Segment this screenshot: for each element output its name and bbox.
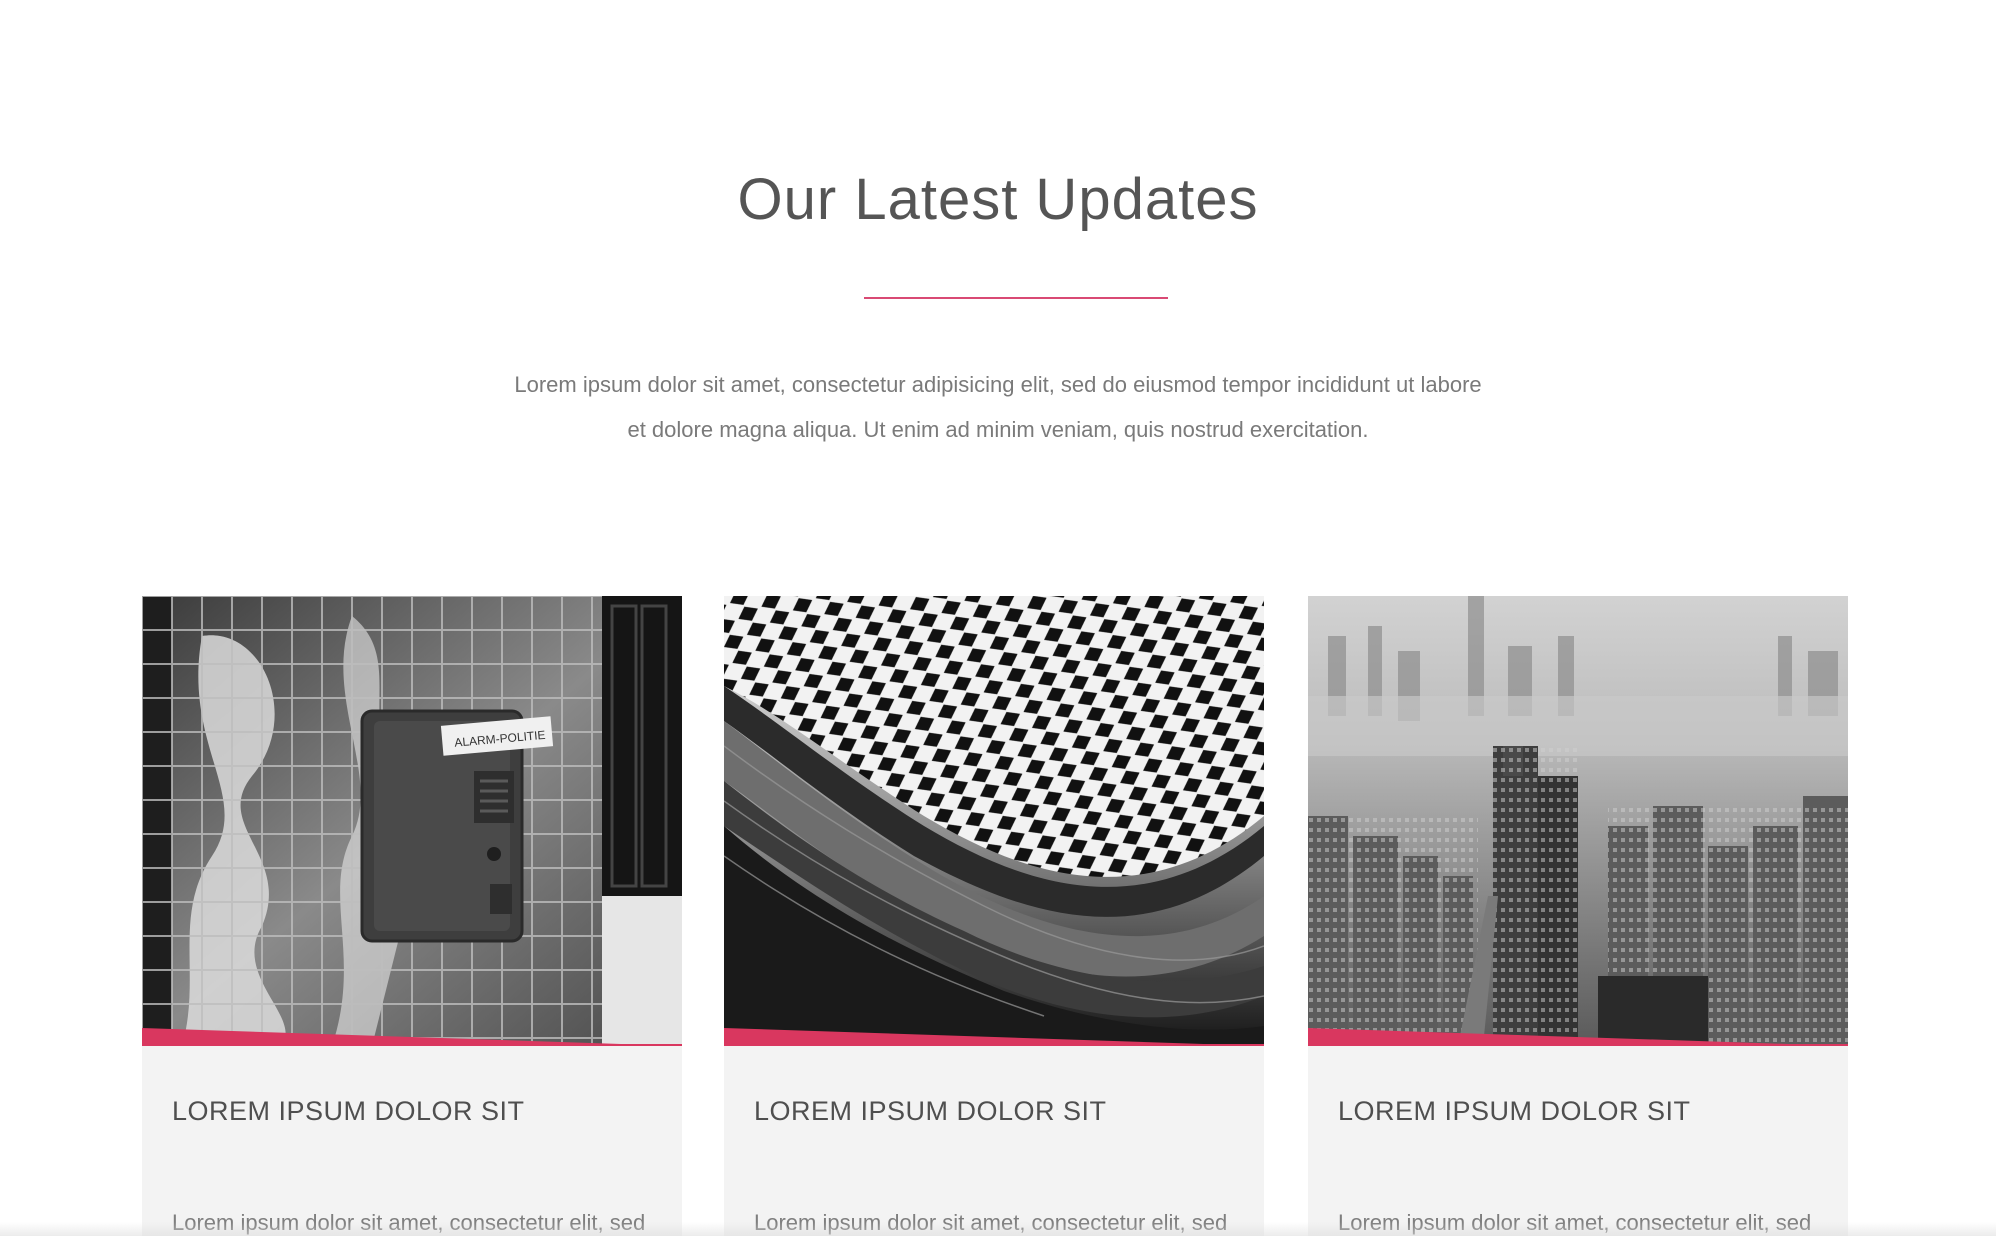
alarm-box-photo: ALARM-POLITIE [142, 596, 682, 1046]
card-title[interactable]: LOREM IPSUM DOLOR SIT [1338, 1096, 1691, 1127]
card-title[interactable]: LOREM IPSUM DOLOR SIT [754, 1096, 1107, 1127]
intro-line-1: Lorem ipsum dolor sit amet, consectetur … [514, 372, 1482, 397]
wave-architecture-photo [724, 596, 1264, 1046]
card-image-city-skyline[interactable] [1308, 596, 1848, 1046]
card-image-wave-architecture[interactable] [724, 596, 1264, 1046]
title-divider [864, 297, 1168, 299]
card-image-alarm-box[interactable]: ALARM-POLITIE [142, 596, 682, 1046]
latest-updates-section: Our Latest Updates Lorem ipsum dolor sit… [0, 0, 1996, 1236]
section-intro: Lorem ipsum dolor sit amet, consectetur … [498, 362, 1498, 452]
update-card-2[interactable]: LOREM IPSUM DOLOR SIT Lorem ipsum dolor … [724, 596, 1264, 1236]
intro-line-2: et dolore magna aliqua. Ut enim ad minim… [627, 417, 1369, 442]
bottom-fade-overlay [0, 1222, 1996, 1236]
update-card-1[interactable]: ALARM-POLITIE LOREM IPSUM DOLOR SIT Lore… [142, 596, 682, 1236]
update-card-3[interactable]: LOREM IPSUM DOLOR SIT Lorem ipsum dolor … [1308, 596, 1848, 1236]
city-skyline-photo [1308, 596, 1848, 1046]
section-title: Our Latest Updates [737, 167, 1259, 232]
card-title[interactable]: LOREM IPSUM DOLOR SIT [172, 1096, 525, 1127]
